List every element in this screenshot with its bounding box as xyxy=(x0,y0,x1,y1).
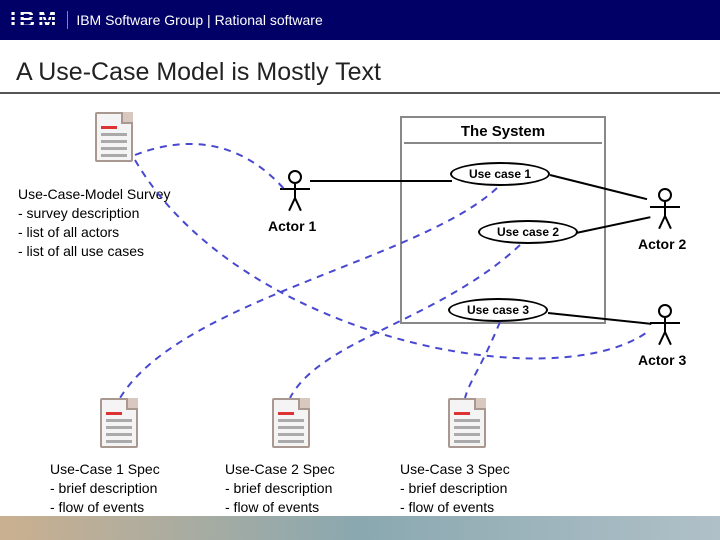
survey-line1: - survey description xyxy=(18,204,228,223)
actor-3-icon xyxy=(650,304,680,352)
spec-3-text: Use-Case 3 Spec - brief description - fl… xyxy=(400,460,550,517)
spec-1-title: Use-Case 1 Spec xyxy=(50,460,200,479)
survey-line3: - list of all use cases xyxy=(18,242,228,261)
spec-2-b1: - brief description xyxy=(225,479,375,498)
survey-line2: - list of all actors xyxy=(18,223,228,242)
survey-text-block: Use-Case-Model Survey - survey descripti… xyxy=(18,185,228,261)
header-breadcrumb: IBM Software Group | Rational software xyxy=(76,12,322,28)
system-boundary: The System xyxy=(400,116,606,324)
survey-doc-icon xyxy=(95,112,133,162)
slide-body: A Use-Case Model is Mostly Text Use-Case… xyxy=(0,40,720,540)
header-divider xyxy=(67,11,68,29)
actor-2-label: Actor 2 xyxy=(638,236,686,252)
spec-3-b2: - flow of events xyxy=(400,498,550,517)
slide-title: A Use-Case Model is Mostly Text xyxy=(16,58,381,87)
footer-band xyxy=(0,516,720,540)
use-case-2-oval: Use case 2 xyxy=(478,220,578,244)
spec-3-doc-icon xyxy=(448,398,486,448)
spec-1-b1: - brief description xyxy=(50,479,200,498)
spec-1-doc-icon xyxy=(100,398,138,448)
spec-1-text: Use-Case 1 Spec - brief description - fl… xyxy=(50,460,200,517)
spec-2-title: Use-Case 2 Spec xyxy=(225,460,375,479)
spec-3-title: Use-Case 3 Spec xyxy=(400,460,550,479)
survey-heading: Use-Case-Model Survey xyxy=(18,185,228,204)
spec-2-doc-icon xyxy=(272,398,310,448)
assoc-a1-uc1 xyxy=(310,180,452,182)
title-underline xyxy=(0,92,720,94)
spec-1-b2: - flow of events xyxy=(50,498,200,517)
spec-2-text: Use-Case 2 Spec - brief description - fl… xyxy=(225,460,375,517)
actor-1-icon xyxy=(280,170,310,218)
ibm-logo: IBM xyxy=(10,7,59,33)
spec-2-b2: - flow of events xyxy=(225,498,375,517)
spec-3-b1: - brief description xyxy=(400,479,550,498)
use-case-3-oval: Use case 3 xyxy=(448,298,548,322)
actor-3-label: Actor 3 xyxy=(638,352,686,368)
header-bar: IBM IBM Software Group | Rational softwa… xyxy=(0,0,720,40)
actor-2-icon xyxy=(650,188,680,236)
actor-1-label: Actor 1 xyxy=(268,218,316,234)
use-case-1-oval: Use case 1 xyxy=(450,162,550,186)
system-title: The System xyxy=(404,120,602,144)
